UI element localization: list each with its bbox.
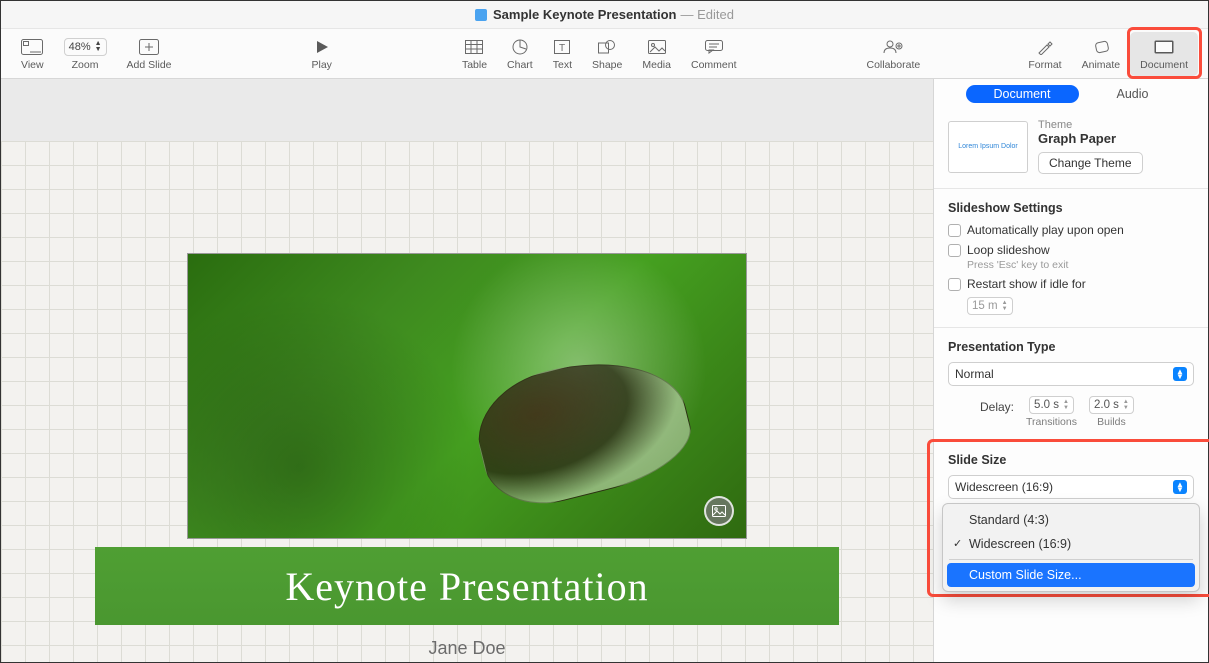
add-slide-button[interactable]: Add Slide xyxy=(117,32,182,76)
presentation-type-select[interactable]: Normal ▲▼ xyxy=(948,362,1194,386)
dropdown-separator xyxy=(949,559,1193,560)
format-icon xyxy=(1037,37,1053,57)
document-file-icon xyxy=(475,9,487,21)
slide-subtitle[interactable]: Jane Doe Lorem Productions June 9, 2022 xyxy=(1,637,933,662)
slide-org: Lorem Productions xyxy=(1,660,933,662)
play-label: Play xyxy=(312,59,332,71)
document-edited-status: — Edited xyxy=(681,7,734,22)
builds-caption: Builds xyxy=(1089,416,1134,428)
inspector-tabs: Document Audio xyxy=(934,79,1208,109)
presentation-type-section: Presentation Type Normal ▲▼ Delay: 5.0 s… xyxy=(934,328,1208,441)
presentation-type-heading: Presentation Type xyxy=(948,340,1194,354)
loop-hint: Press 'Esc' key to exit xyxy=(967,259,1194,271)
slide-image[interactable] xyxy=(187,253,747,539)
zoom-label: Zoom xyxy=(72,59,99,71)
loop-checkbox-row[interactable]: Loop slideshow xyxy=(948,243,1194,257)
change-theme-button[interactable]: Change Theme xyxy=(1038,152,1143,174)
document-icon xyxy=(1154,37,1174,57)
slide-size-dropdown: Standard (4:3) ✓Widescreen (16:9) Custom… xyxy=(942,503,1200,592)
animate-icon xyxy=(1092,37,1110,57)
view-button[interactable]: View xyxy=(11,32,54,76)
table-button[interactable]: Table xyxy=(452,32,497,76)
text-button[interactable]: TText xyxy=(543,32,582,76)
slide-size-option-widescreen[interactable]: ✓Widescreen (16:9) xyxy=(947,532,1195,556)
slideshow-settings-heading: Slideshow Settings xyxy=(948,201,1194,215)
media-button[interactable]: Media xyxy=(632,32,681,76)
slide-title-box[interactable]: Keynote Presentation xyxy=(95,547,839,625)
format-button[interactable]: Format xyxy=(1018,32,1071,76)
theme-section: Lorem Ipsum Dolor Theme Graph Paper Chan… xyxy=(934,109,1208,189)
tab-audio[interactable]: Audio xyxy=(1089,85,1177,103)
comment-icon xyxy=(705,37,723,57)
builds-delay-stepper[interactable]: 2.0 s▲▼ xyxy=(1089,396,1134,414)
collaborate-icon xyxy=(883,37,903,57)
chevron-updown-icon: ▲▼ xyxy=(95,41,102,53)
slide-size-select[interactable]: Widescreen (16:9) ▲▼ xyxy=(948,475,1194,499)
checkbox-icon[interactable] xyxy=(948,224,961,237)
chevron-updown-icon: ▲▼ xyxy=(1173,480,1187,494)
checkbox-icon[interactable] xyxy=(948,244,961,257)
theme-name: Graph Paper xyxy=(1038,131,1194,146)
stepper-arrows-icon[interactable]: ▲▼ xyxy=(1123,399,1129,411)
collaborate-button[interactable]: Collaborate xyxy=(857,32,931,76)
comment-button[interactable]: Comment xyxy=(681,32,747,76)
stepper-arrows-icon[interactable]: ▲▼ xyxy=(1063,399,1069,411)
theme-thumbnail: Lorem Ipsum Dolor xyxy=(948,121,1028,173)
document-button[interactable]: Document xyxy=(1130,32,1198,76)
zoom-button[interactable]: 48% ▲▼ Zoom xyxy=(54,32,117,76)
slideshow-settings-section: Slideshow Settings Automatically play up… xyxy=(934,189,1208,328)
slide-size-option-standard[interactable]: Standard (4:3) xyxy=(947,508,1195,532)
text-icon: T xyxy=(554,37,570,57)
add-slide-icon xyxy=(139,37,159,57)
window-titlebar: Sample Keynote Presentation — Edited xyxy=(1,1,1208,29)
slide-canvas[interactable]: Keynote Presentation Jane Doe Lorem Prod… xyxy=(1,79,933,662)
view-icon xyxy=(21,37,43,57)
play-button[interactable]: Play xyxy=(302,32,342,76)
butterfly-graphic xyxy=(465,341,700,518)
shape-button[interactable]: Shape xyxy=(582,32,632,76)
chart-icon xyxy=(512,37,528,57)
idle-time-stepper[interactable]: 15 m▲▼ xyxy=(967,297,1013,315)
restart-checkbox-row[interactable]: Restart show if idle for xyxy=(948,277,1194,291)
inspector-panel: Document Audio Lorem Ipsum Dolor Theme G… xyxy=(933,79,1208,662)
auto-play-checkbox-row[interactable]: Automatically play upon open xyxy=(948,223,1194,237)
add-slide-label: Add Slide xyxy=(127,59,172,71)
slide-size-heading: Slide Size xyxy=(948,453,1194,467)
animate-button[interactable]: Animate xyxy=(1072,32,1131,76)
theme-label: Theme xyxy=(1038,119,1194,131)
slide-size-section: Slide Size Widescreen (16:9) ▲▼ Standard… xyxy=(934,441,1208,511)
chevron-updown-icon: ▲▼ xyxy=(1173,367,1187,381)
slide-author: Jane Doe xyxy=(1,637,933,660)
table-icon xyxy=(465,37,483,57)
transitions-caption: Transitions xyxy=(1026,416,1077,428)
main-toolbar: View 48% ▲▼ Zoom Add Slide Play Table Cha… xyxy=(1,29,1208,79)
play-icon xyxy=(315,37,329,57)
slide-title-text: Keynote Presentation xyxy=(285,563,648,610)
delay-label: Delay: xyxy=(980,400,1014,414)
view-label: View xyxy=(21,59,44,71)
svg-text:T: T xyxy=(559,43,565,54)
checkbox-icon[interactable] xyxy=(948,278,961,291)
media-icon xyxy=(648,37,666,57)
zoom-select[interactable]: 48% ▲▼ xyxy=(64,38,107,56)
stepper-arrows-icon[interactable]: ▲▼ xyxy=(1002,300,1008,312)
slide-size-option-custom[interactable]: Custom Slide Size... xyxy=(947,563,1195,587)
transitions-delay-stepper[interactable]: 5.0 s▲▼ xyxy=(1029,396,1074,414)
shape-icon xyxy=(598,37,616,57)
tab-document[interactable]: Document xyxy=(966,85,1079,103)
check-icon: ✓ xyxy=(953,537,962,550)
zoom-value: 48% xyxy=(69,41,91,53)
image-placeholder-icon[interactable] xyxy=(704,496,734,526)
document-filename: Sample Keynote Presentation xyxy=(493,7,677,22)
chart-button[interactable]: Chart xyxy=(497,32,543,76)
